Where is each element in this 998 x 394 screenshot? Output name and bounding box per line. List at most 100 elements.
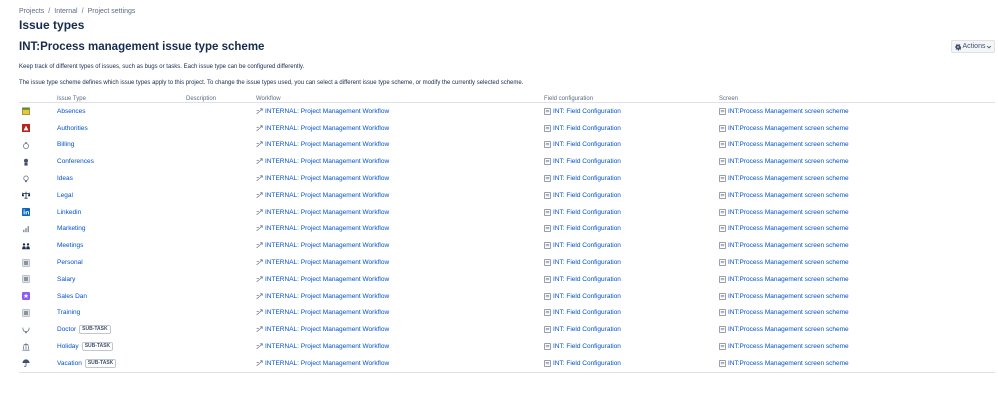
breadcrumb-internal[interactable]: Internal [54, 8, 77, 15]
field-configuration-link[interactable]: INT: Field Configuration [553, 192, 621, 199]
issue-type-link[interactable]: Doctor [57, 326, 76, 333]
issue-type-link[interactable]: Absences [57, 108, 86, 115]
screen-scheme-link[interactable]: INT:Process Management screen scheme [728, 158, 849, 165]
field-configuration-link[interactable]: INT: Field Configuration [553, 108, 621, 115]
field-configuration-link[interactable]: INT: Field Configuration [553, 226, 621, 233]
workflow-link[interactable]: INTERNAL: Project Management Workflow [265, 125, 389, 132]
issue-type-link[interactable]: Ideas [57, 175, 73, 182]
workflow-link[interactable]: INTERNAL: Project Management Workflow [265, 343, 389, 350]
screen-cell: INT:Process Management screen scheme [719, 204, 995, 221]
screen-scheme-link[interactable]: INT:Process Management screen scheme [728, 360, 849, 367]
issue-type-icon-cell [19, 254, 57, 271]
screen-scheme-link[interactable]: INT:Process Management screen scheme [728, 125, 849, 132]
breadcrumb: Projects / Internal / Project settings [19, 8, 135, 15]
issue-type-link[interactable]: Sales Dan [57, 293, 87, 300]
field-configuration-icon [544, 108, 553, 115]
issue-type-link[interactable]: Authorities [57, 125, 88, 132]
field-configuration-link[interactable]: INT: Field Configuration [553, 242, 621, 249]
field-configuration-link[interactable]: INT: Field Configuration [553, 142, 621, 149]
field-configuration-link[interactable]: INT: Field Configuration [553, 158, 621, 165]
field-configuration-link[interactable]: INT: Field Configuration [553, 310, 621, 317]
actions-button[interactable]: Actions [951, 40, 995, 53]
screen-scheme-link[interactable]: INT:Process Management screen scheme [728, 192, 849, 199]
screen-scheme-link[interactable]: INT:Process Management screen scheme [728, 108, 849, 115]
issue-type-link[interactable]: Conferences [57, 158, 94, 165]
purple-square-icon [22, 292, 30, 301]
umbrella-icon [22, 359, 30, 368]
screen-icon [719, 191, 728, 199]
screen-scheme-link[interactable]: INT:Process Management screen scheme [728, 293, 849, 300]
description-text-2: The issue type scheme defines which issu… [19, 80, 524, 86]
workflow-link[interactable]: INTERNAL: Project Management Workflow [265, 142, 389, 149]
workflow-link[interactable]: INTERNAL: Project Management Workflow [265, 276, 389, 283]
field-configuration-icon [544, 275, 553, 283]
workflow-link[interactable]: INTERNAL: Project Management Workflow [265, 192, 389, 199]
field-configuration-link[interactable]: INT: Field Configuration [553, 326, 621, 333]
subtask-badge: SUB-TASK [81, 342, 114, 352]
workflow-cell: INTERNAL: Project Management Workflow [256, 170, 544, 187]
screen-scheme-link[interactable]: INT:Process Management screen scheme [728, 310, 849, 317]
issue-type-link[interactable]: Legal [57, 192, 73, 199]
screen-icon [719, 124, 728, 132]
workflow-cell: INTERNAL: Project Management Workflow [256, 254, 544, 271]
screen-scheme-link[interactable]: INT:Process Management screen scheme [728, 326, 849, 333]
field-configuration-link[interactable]: INT: Field Configuration [553, 276, 621, 283]
field-configuration-cell: INT: Field Configuration [544, 237, 719, 254]
workflow-link[interactable]: INTERNAL: Project Management Workflow [265, 175, 389, 182]
description-cell [186, 338, 256, 355]
workflow-link[interactable]: INTERNAL: Project Management Workflow [265, 326, 389, 333]
field-configuration-link[interactable]: INT: Field Configuration [553, 293, 621, 300]
issue-type-link[interactable]: Holiday [57, 343, 79, 350]
issue-type-link[interactable]: Salary [57, 276, 75, 283]
field-configuration-cell: INT: Field Configuration [544, 120, 719, 137]
workflow-icon [256, 275, 265, 283]
field-configuration-column-header: Field configuration [544, 94, 719, 103]
screen-cell: INT:Process Management screen scheme [719, 288, 995, 305]
screen-scheme-link[interactable]: INT:Process Management screen scheme [728, 276, 849, 283]
issue-type-icon-cell [19, 204, 57, 221]
workflow-link[interactable]: INTERNAL: Project Management Workflow [265, 242, 389, 249]
table-row: Absences INTERNAL: Project Management Wo… [19, 103, 995, 120]
issue-type-link[interactable]: Meetings [57, 242, 83, 249]
field-configuration-link[interactable]: INT: Field Configuration [553, 125, 621, 132]
field-configuration-link[interactable]: INT: Field Configuration [553, 360, 621, 367]
screen-scheme-link[interactable]: INT:Process Management screen scheme [728, 242, 849, 249]
breadcrumb-projects[interactable]: Projects [19, 8, 44, 15]
screen-scheme-link[interactable]: INT:Process Management screen scheme [728, 209, 849, 216]
workflow-link[interactable]: INTERNAL: Project Management Workflow [265, 310, 389, 317]
field-configuration-link[interactable]: INT: Field Configuration [553, 259, 621, 266]
workflow-link[interactable]: INTERNAL: Project Management Workflow [265, 158, 389, 165]
workflow-link[interactable]: INTERNAL: Project Management Workflow [265, 259, 389, 266]
workflow-link[interactable]: INTERNAL: Project Management Workflow [265, 293, 389, 300]
issue-type-icon-cell [19, 221, 57, 238]
workflow-icon [256, 141, 265, 149]
screen-scheme-link[interactable]: INT:Process Management screen scheme [728, 175, 849, 182]
workflow-link[interactable]: INTERNAL: Project Management Workflow [265, 226, 389, 233]
issue-type-link[interactable]: Personal [57, 259, 83, 266]
issue-type-icon-cell [19, 321, 57, 338]
field-configuration-link[interactable]: INT: Field Configuration [553, 209, 621, 216]
table-row: Ideas INTERNAL: Project Management Workf… [19, 170, 995, 187]
field-configuration-link[interactable]: INT: Field Configuration [553, 175, 621, 182]
screen-scheme-link[interactable]: INT:Process Management screen scheme [728, 142, 849, 149]
issue-type-link[interactable]: Billing [57, 141, 74, 148]
workflow-cell: INTERNAL: Project Management Workflow [256, 103, 544, 120]
breadcrumb-project-settings[interactable]: Project settings [88, 8, 136, 15]
workflow-icon [256, 225, 265, 233]
issue-type-link[interactable]: Vacation [57, 360, 82, 367]
workflow-link[interactable]: INTERNAL: Project Management Workflow [265, 108, 389, 115]
issue-type-icon-cell [19, 137, 57, 154]
issue-type-link[interactable]: Marketing [57, 225, 86, 232]
field-configuration-cell: INT: Field Configuration [544, 271, 719, 288]
screen-scheme-link[interactable]: INT:Process Management screen scheme [728, 226, 849, 233]
field-configuration-link[interactable]: INT: Field Configuration [553, 343, 621, 350]
issue-type-link[interactable]: Training [57, 309, 80, 316]
square-icon [22, 275, 30, 284]
screen-scheme-link[interactable]: INT:Process Management screen scheme [728, 259, 849, 266]
workflow-link[interactable]: INTERNAL: Project Management Workflow [265, 360, 389, 367]
issue-type-icon-cell [19, 271, 57, 288]
bar-chart-icon [22, 226, 30, 233]
screen-scheme-link[interactable]: INT:Process Management screen scheme [728, 343, 849, 350]
workflow-link[interactable]: INTERNAL: Project Management Workflow [265, 209, 389, 216]
issue-type-link[interactable]: Linkedin [57, 209, 81, 216]
